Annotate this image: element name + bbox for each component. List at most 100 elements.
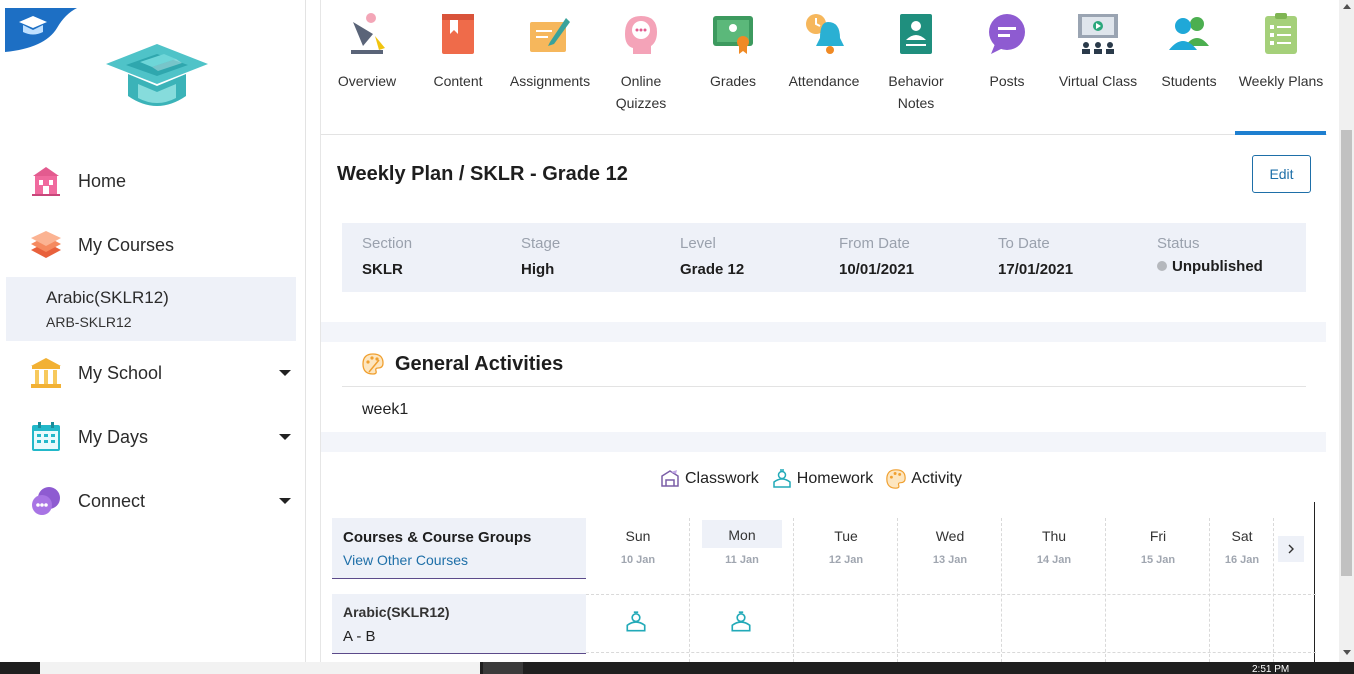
column-header-title: Courses & Course Groups: [343, 529, 532, 546]
sidebar-item-my-courses[interactable]: My Courses: [0, 221, 306, 269]
activity-legend: Classwork Homework Activity: [659, 468, 974, 490]
course-name: Arabic(SKLR12): [46, 288, 169, 307]
day-name: Sun: [625, 528, 651, 544]
pencil-paper-icon: [530, 18, 570, 52]
homework-icon[interactable]: [729, 610, 753, 634]
row-divider: [586, 594, 1316, 595]
chevron-down-icon[interactable]: [279, 498, 291, 504]
day-name: Fri: [1149, 528, 1167, 544]
general-activities-card: General Activities week1: [321, 342, 1327, 432]
sidebar-item-label: My School: [78, 362, 163, 383]
scroll-down-icon[interactable]: [1343, 650, 1351, 655]
info-from-date: From Date 10/01/2021: [839, 235, 914, 278]
page-scrollbar[interactable]: [1339, 0, 1354, 662]
tab-students[interactable]: Students: [1143, 0, 1235, 135]
tab-weekly-plans[interactable]: Weekly Plans: [1235, 0, 1327, 135]
status-dot-icon: [1157, 261, 1167, 271]
day-date: 14 Jan: [1036, 554, 1072, 566]
tab-label: Overview: [337, 73, 397, 89]
taskbar-active-app[interactable]: [483, 662, 523, 674]
info-label: From Date: [839, 235, 910, 252]
day-column-sun[interactable]: Sun 10 Jan: [586, 518, 690, 662]
tab-assignments[interactable]: Assignments: [504, 0, 596, 135]
tab-online-quizzes[interactable]: Online Quizzes: [595, 0, 687, 135]
info-value: 10/01/2021: [839, 261, 915, 278]
section-title: General Activities: [395, 353, 564, 375]
day-column-thu[interactable]: Thu 14 Jan: [1002, 518, 1106, 662]
info-level: Level Grade 12: [680, 235, 744, 278]
info-stage: Stage High: [521, 235, 560, 278]
tab-behavior-notes[interactable]: Behavior Notes: [870, 0, 962, 135]
day-column-fri[interactable]: Fri 15 Jan: [1106, 518, 1210, 662]
day-column-tue[interactable]: Tue 12 Jan: [794, 518, 898, 662]
users-icon: [1169, 17, 1209, 50]
tab-virtual-class[interactable]: Virtual Class: [1052, 0, 1144, 135]
view-other-courses-link[interactable]: View Other Courses: [343, 552, 468, 568]
chevron-down-icon[interactable]: [279, 370, 291, 376]
tab-label: Behavior Notes: [888, 73, 944, 111]
speech-bubble-icon: [989, 14, 1025, 54]
stacked-books-icon: [28, 227, 64, 263]
sidebar-item-connect[interactable]: Connect: [0, 477, 306, 525]
tab-attendance[interactable]: Attendance: [778, 0, 870, 135]
tab-label: Virtual Class: [1058, 73, 1138, 89]
day-date: 13 Jan: [932, 554, 968, 566]
course-code: ARB-SKLR12: [46, 314, 132, 330]
tab-label: Online Quizzes: [615, 73, 667, 111]
clipboard-list-icon: [1265, 13, 1297, 54]
corner-logo-icon[interactable]: [5, 8, 77, 52]
day-date: 16 Jan: [1224, 554, 1260, 566]
activity-palette-icon: [886, 469, 907, 489]
tab-posts[interactable]: Posts: [961, 0, 1053, 135]
courses-column-header: Courses & Course Groups View Other Cours…: [332, 518, 586, 579]
taskbar-clock: 2:51 PM: [1252, 664, 1290, 674]
info-label: Section: [362, 235, 413, 252]
weekly-plan-grid: Courses & Course Groups View Other Cours…: [332, 518, 1316, 662]
sidebar-item-home[interactable]: Home: [0, 157, 306, 205]
calendar-icon: [28, 419, 64, 455]
day-column-wed[interactable]: Wed 13 Jan: [898, 518, 1002, 662]
certificate-icon: [713, 16, 753, 54]
day-date: 12 Jan: [828, 554, 864, 566]
tab-label: Attendance: [788, 73, 860, 89]
info-label: To Date: [998, 235, 1050, 252]
tab-label: Students: [1161, 73, 1217, 89]
sidebar-item-my-days[interactable]: My Days: [0, 413, 306, 461]
legend-activity: Activity: [885, 468, 962, 490]
legend-label: Classwork: [685, 470, 759, 487]
day-name: Thu: [1041, 528, 1067, 544]
scrollbar-thumb[interactable]: [1341, 130, 1352, 576]
id-card-icon: [900, 14, 932, 54]
sidebar: Home My Courses Arabic(SKLR12) ARB-SKLR1…: [0, 0, 306, 662]
chat-bubbles-icon: [28, 483, 64, 519]
legend-homework: Homework: [771, 468, 873, 490]
tab-label: Assignments: [509, 73, 591, 89]
day-column-mon[interactable]: Mon 11 Jan: [690, 518, 794, 662]
info-status: Status Unpublished: [1157, 235, 1263, 275]
row-course-name: Arabic(SKLR12): [343, 604, 450, 620]
legend-label: Activity: [911, 470, 962, 487]
tab-content[interactable]: Content: [412, 0, 504, 135]
chevron-down-icon[interactable]: [279, 434, 291, 440]
tab-grades[interactable]: Grades: [687, 0, 779, 135]
info-value: 17/01/2021: [998, 261, 1074, 278]
info-value: Grade 12: [680, 261, 745, 278]
sidebar-item-label: My Courses: [78, 234, 175, 255]
day-column-sat[interactable]: Sat 16 Jan: [1210, 518, 1274, 662]
sidebar-item-my-school[interactable]: My School: [0, 349, 306, 397]
status-badge: Unpublished: [1157, 258, 1263, 275]
edit-button[interactable]: Edit: [1252, 155, 1311, 193]
sidebar-item-label: Home: [78, 170, 127, 191]
table-row[interactable]: Arabic(SKLR12) A - B: [332, 594, 586, 654]
scroll-up-icon[interactable]: [1343, 4, 1351, 9]
homework-icon[interactable]: [624, 610, 648, 634]
next-week-button[interactable]: [1278, 536, 1304, 562]
taskbar-search-box[interactable]: [40, 662, 480, 674]
head-chat-icon: [625, 16, 657, 54]
sidebar-active-course[interactable]: Arabic(SKLR12) ARB-SKLR12: [6, 277, 296, 341]
weekly-grid-card: Classwork Homework Activity Courses & Co…: [321, 452, 1327, 662]
weekly-plan-card: Weekly Plan / SKLR - Grade 12 Edit Secti…: [321, 135, 1327, 322]
tab-overview[interactable]: Overview: [321, 0, 413, 135]
legend-label: Homework: [796, 470, 874, 487]
info-section: Section SKLR: [362, 235, 412, 278]
